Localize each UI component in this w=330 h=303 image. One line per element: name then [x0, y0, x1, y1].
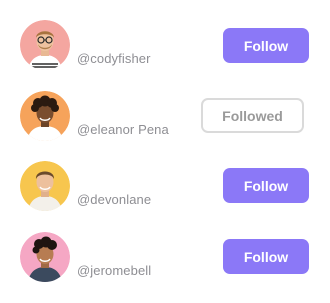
- man-glasses-avatar-icon[interactable]: [20, 20, 70, 70]
- man-dark-hair-avatar-icon[interactable]: [20, 232, 70, 282]
- user-handle[interactable]: @codyfisher: [77, 51, 151, 66]
- user-handle[interactable]: @jeromebell: [77, 263, 151, 278]
- followed-button[interactable]: Followed: [201, 98, 304, 133]
- follow-suggestions-list: @codyfisher Follow @eleanor Pena Followe…: [0, 0, 330, 303]
- user-row-jerome-bell: @jeromebell Follow: [0, 232, 330, 292]
- user-row-cody-fisher: @codyfisher Follow: [0, 20, 330, 80]
- follow-button[interactable]: Follow: [223, 168, 309, 203]
- user-row-eleanor-pena: @eleanor Pena Followed: [0, 91, 330, 151]
- follow-button[interactable]: Follow: [223, 28, 309, 63]
- man-curly-hair-avatar-icon[interactable]: [20, 91, 70, 141]
- user-handle[interactable]: @devonlane: [77, 192, 151, 207]
- user-handle[interactable]: @eleanor Pena: [77, 122, 169, 137]
- man-smiling-avatar-icon[interactable]: [20, 161, 70, 211]
- follow-button[interactable]: Follow: [223, 239, 309, 274]
- user-row-devon-lane: @devonlane Follow: [0, 161, 330, 221]
